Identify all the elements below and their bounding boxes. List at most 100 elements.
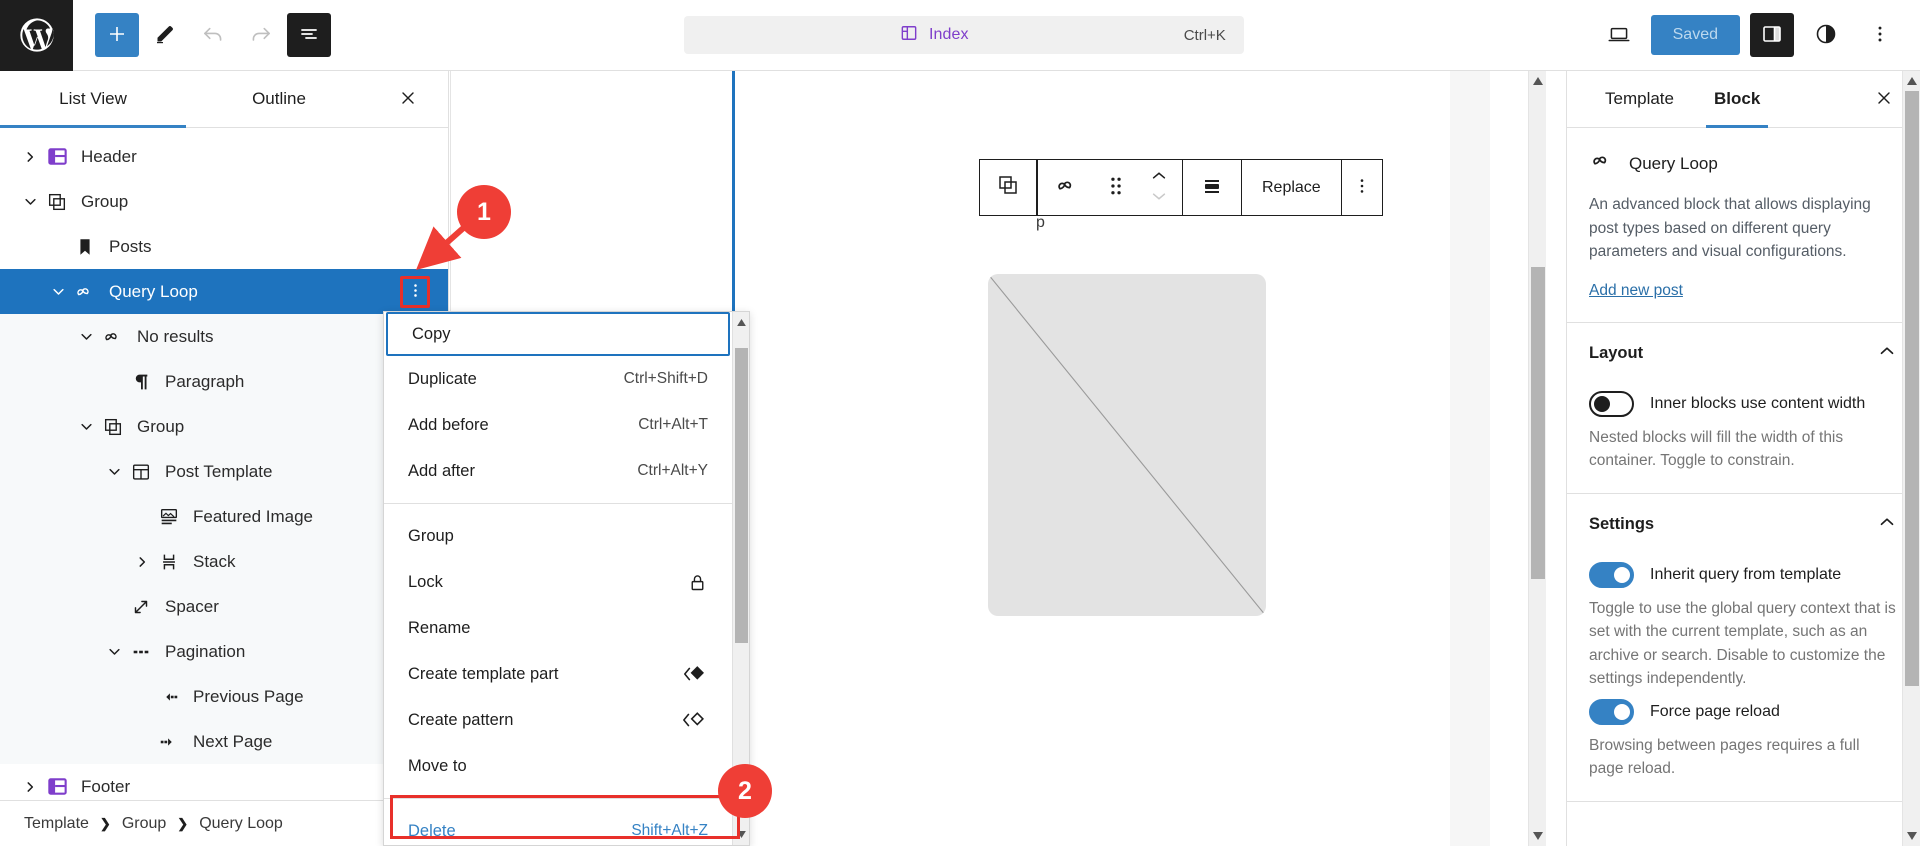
expand-chevron-right-icon[interactable] <box>17 774 43 800</box>
scroll-up-arrow[interactable] <box>1903 72 1920 90</box>
chevron-up-icon[interactable] <box>1876 340 1898 367</box>
list-view-row-header[interactable]: Header <box>0 134 448 179</box>
loop-icon <box>99 324 127 350</box>
collapse-chevron-down-icon[interactable] <box>73 414 99 440</box>
next-page-icon <box>155 729 183 755</box>
close-list-view-button[interactable] <box>390 81 426 117</box>
document-title-command-bar[interactable]: Index Ctrl+K <box>683 16 1244 54</box>
canvas-scrollbar[interactable] <box>1528 71 1546 846</box>
list-view-row-pagination[interactable]: Pagination <box>0 629 448 674</box>
list-view-row-no-results[interactable]: No results <box>0 314 448 359</box>
collapse-chevron-down-icon[interactable] <box>45 279 71 305</box>
menu-separator <box>384 798 732 799</box>
close-inspector-button[interactable] <box>1866 81 1902 117</box>
replace-button[interactable]: Replace <box>1242 160 1341 215</box>
tab-list-view[interactable]: List View <box>0 71 186 128</box>
list-view-row-group[interactable]: Group <box>0 404 448 449</box>
undo-button[interactable] <box>191 13 235 57</box>
dropdown-scroll-up-arrow[interactable] <box>733 314 749 331</box>
save-button[interactable]: Saved <box>1650 15 1740 55</box>
menu-item-copy[interactable]: Copy <box>386 312 730 356</box>
list-view-row-label: Next Page <box>193 731 273 751</box>
list-view-row-post-template[interactable]: Post Template <box>0 449 448 494</box>
list-view-kebab-button[interactable] <box>400 275 430 308</box>
block-type-button[interactable] <box>1038 160 1096 215</box>
list-view-row-spacer[interactable]: Spacer <box>0 584 448 629</box>
settings-sidebar-toggle[interactable] <box>1750 13 1794 57</box>
toggle-inner-blocks-use-content-width[interactable] <box>1589 390 1634 417</box>
list-view-row-next-page[interactable]: Next Page <box>0 719 448 764</box>
breadcrumb-item-template[interactable]: Template <box>24 815 89 833</box>
menu-item-duplicate[interactable]: Duplicate Ctrl+Shift+D <box>384 356 732 402</box>
breadcrumb-item-group[interactable]: Group <box>122 815 166 833</box>
collapse-chevron-down-icon[interactable] <box>17 189 43 215</box>
select-parent-block-button[interactable] <box>979 159 1037 216</box>
menu-item-label: Add before <box>408 415 489 434</box>
collapse-chevron-down-icon[interactable] <box>101 639 127 665</box>
wordpress-logo-icon <box>17 15 57 55</box>
menu-item-shortcut: Ctrl+Shift+D <box>623 370 708 387</box>
expand-chevron-right-icon[interactable] <box>17 144 43 170</box>
menu-item-add-after[interactable]: Add after Ctrl+Alt+Y <box>384 448 732 494</box>
collapse-chevron-down-icon[interactable] <box>101 459 127 485</box>
tab-template[interactable]: Template <box>1585 71 1694 127</box>
menu-item-add-before[interactable]: Add before Ctrl+Alt+T <box>384 402 732 448</box>
menu-item-rename[interactable]: Rename <box>384 605 732 651</box>
list-view-row-posts[interactable]: Posts <box>0 224 448 269</box>
dropdown-scroll-down-arrow[interactable] <box>733 826 749 843</box>
move-block-buttons[interactable] <box>1136 160 1182 215</box>
list-view-row-query-loop[interactable]: Query Loop <box>0 269 448 314</box>
list-view-row-label: Pagination <box>165 641 246 661</box>
scroll-up-arrow[interactable] <box>1529 72 1547 90</box>
document-overview-button[interactable] <box>287 13 331 57</box>
tab-block[interactable]: Block <box>1694 71 1780 128</box>
three-dots-vertical-icon <box>1352 175 1372 200</box>
align-button[interactable] <box>1183 160 1241 215</box>
redo-button[interactable] <box>239 13 283 57</box>
list-view-row-stack[interactable]: Stack <box>0 539 448 584</box>
list-view-row-footer[interactable]: Footer <box>0 764 448 800</box>
redo-icon <box>248 21 274 50</box>
breadcrumb-item-query-loop[interactable]: Query Loop <box>199 815 283 833</box>
block-inspector-sidebar: Template Block Query Loop An advanced bl… <box>1566 71 1920 846</box>
chevron-down-icon[interactable] <box>1150 189 1168 207</box>
list-view-row-paragraph[interactable]: Paragraph <box>0 359 448 404</box>
menu-item-create-template-part[interactable]: Create template part <box>384 651 732 697</box>
menu-item-create-pattern[interactable]: Create pattern <box>384 697 732 743</box>
toggle-inherit-query-from-template[interactable] <box>1589 561 1634 588</box>
dropdown-scrollbar-thumb[interactable] <box>735 348 748 643</box>
panel-header-settings[interactable]: Settings <box>1567 494 1920 550</box>
featured-image-placeholder[interactable] <box>988 274 1266 616</box>
collapse-chevron-down-icon[interactable] <box>73 324 99 350</box>
menu-item-move-to[interactable]: Move to <box>384 743 732 789</box>
list-view-row-group[interactable]: Group <box>0 179 448 224</box>
panel-header-layout[interactable]: Layout <box>1567 323 1920 379</box>
command-shortcut: Ctrl+K <box>1183 26 1226 44</box>
chevron-up-icon[interactable] <box>1876 511 1898 538</box>
styles-button[interactable] <box>1804 13 1848 57</box>
wordpress-logo-button[interactable] <box>0 0 73 71</box>
add-block-button[interactable] <box>95 13 139 57</box>
view-device-button[interactable] <box>1597 13 1641 57</box>
menu-item-delete[interactable]: Delete Shift+Alt+Z <box>384 808 732 845</box>
menu-item-lock[interactable]: Lock <box>384 559 732 605</box>
loop-icon <box>71 279 99 305</box>
list-view-row-previous-page[interactable]: Previous Page <box>0 674 448 719</box>
inspector-scrollbar[interactable] <box>1902 71 1920 846</box>
edit-tool-button[interactable] <box>143 13 187 57</box>
scroll-down-arrow[interactable] <box>1903 827 1920 845</box>
scroll-down-arrow[interactable] <box>1529 827 1547 845</box>
more-options-button[interactable] <box>1858 13 1902 57</box>
menu-item-group[interactable]: Group <box>384 513 732 559</box>
canvas-scrollbar-thumb[interactable] <box>1531 267 1545 579</box>
chevron-up-icon[interactable] <box>1150 169 1168 187</box>
add-new-post-link[interactable]: Add new post <box>1589 282 1683 300</box>
drag-block-handle[interactable] <box>1096 160 1136 215</box>
inspector-scrollbar-thumb[interactable] <box>1905 91 1919 686</box>
tab-outline[interactable]: Outline <box>186 71 372 127</box>
toggle-force-page-reload[interactable] <box>1589 698 1634 725</box>
toggle-row: Inherit query from template <box>1589 561 1898 588</box>
block-options-button[interactable] <box>1342 160 1382 215</box>
expand-chevron-right-icon[interactable] <box>129 549 155 575</box>
list-view-row-featured-image[interactable]: Featured Image <box>0 494 448 539</box>
